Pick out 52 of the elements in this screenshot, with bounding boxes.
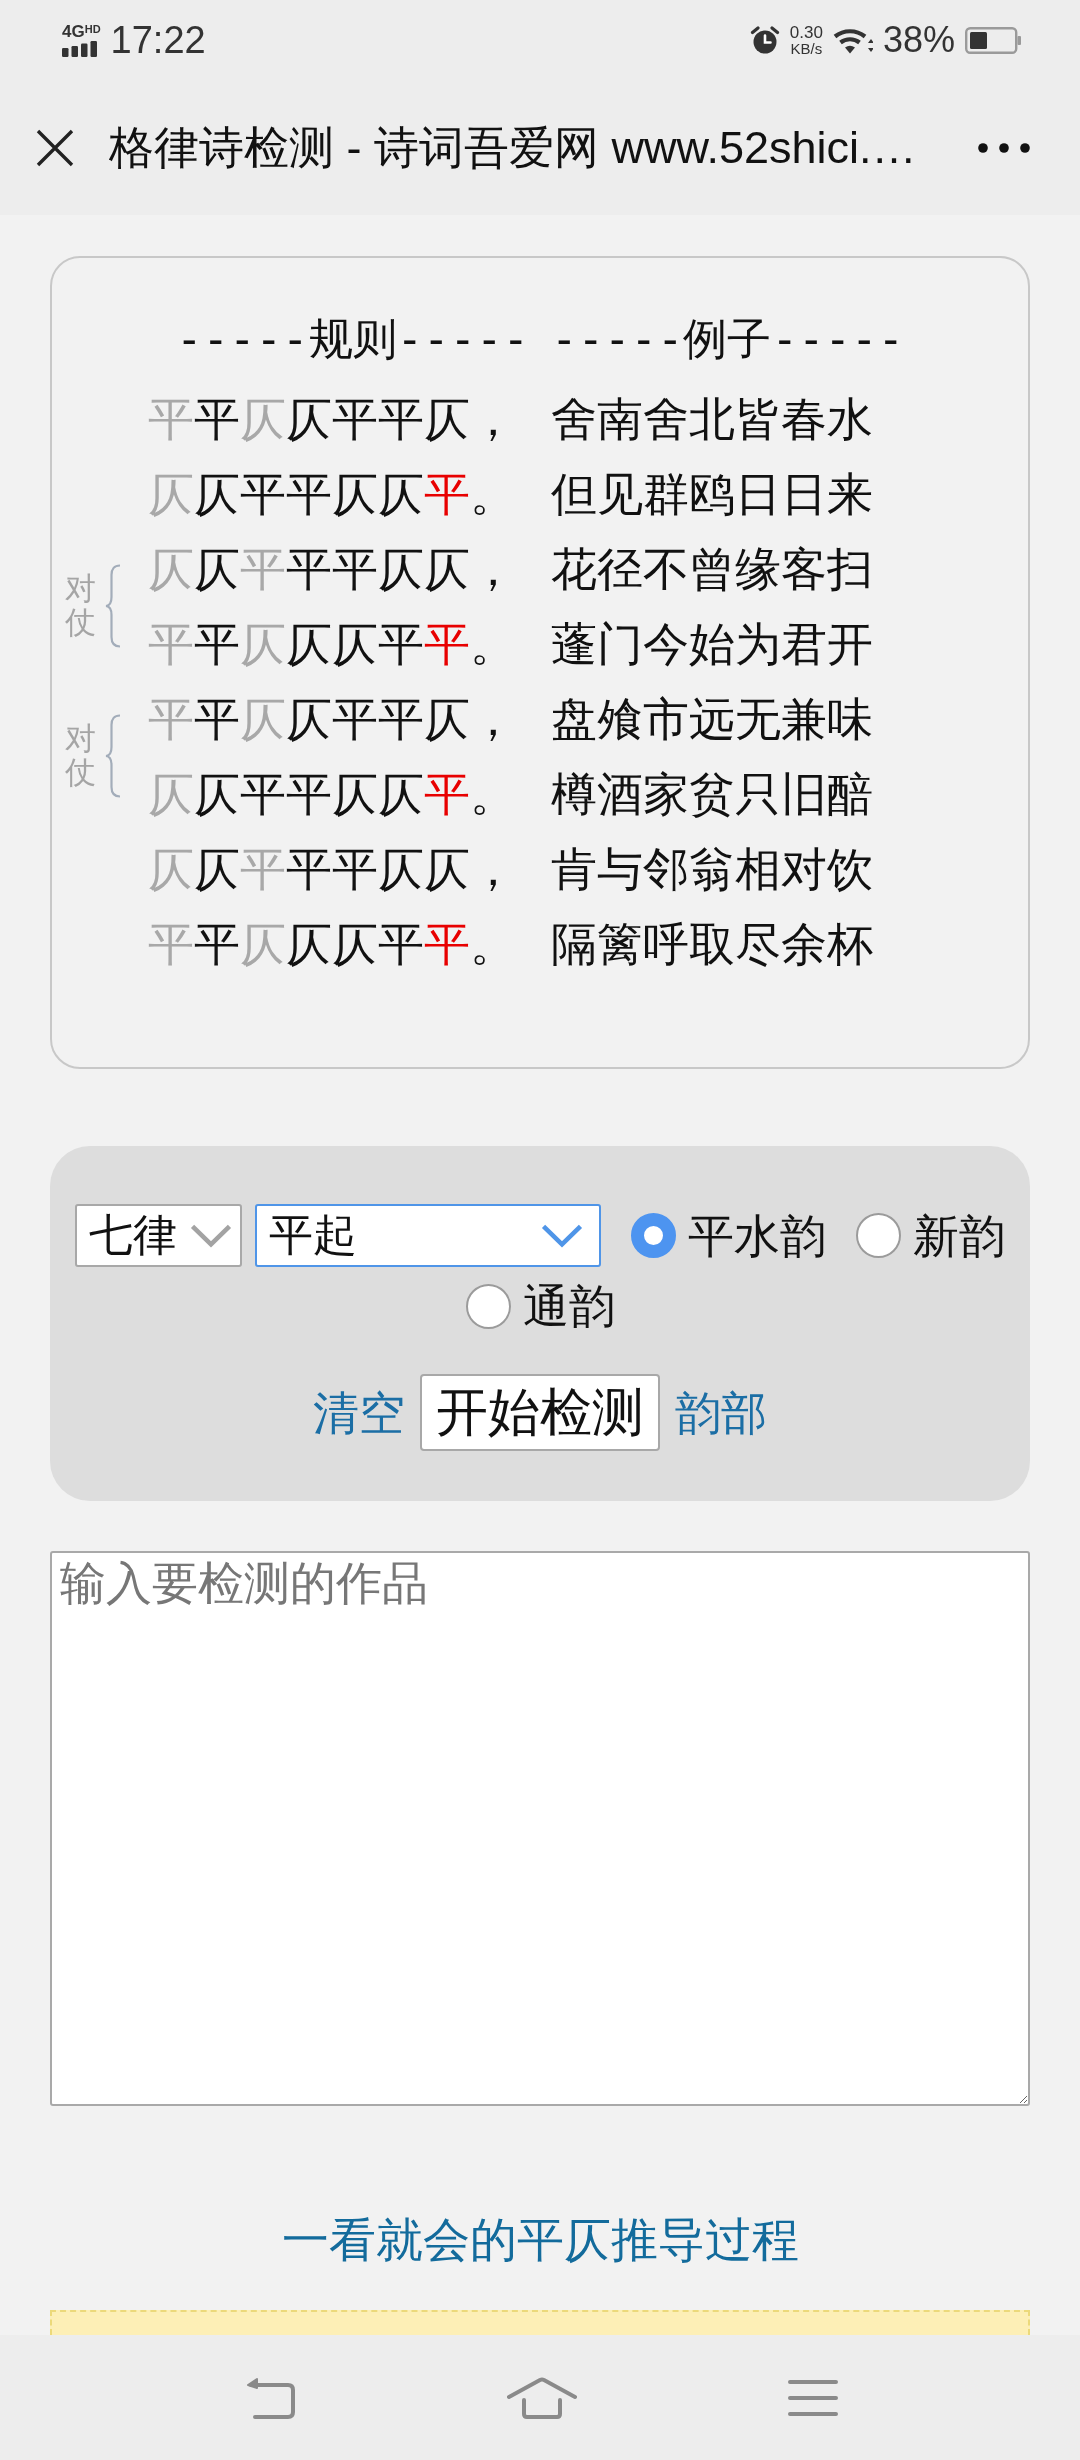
chevron-down-icon bbox=[541, 1223, 583, 1248]
example-line: 但见群鸥日日来 bbox=[551, 466, 873, 522]
parallel-label: 对仗 bbox=[65, 571, 96, 641]
home-icon[interactable] bbox=[506, 2376, 577, 2419]
clock-time: 17:22 bbox=[110, 18, 206, 62]
radio-button[interactable] bbox=[465, 1283, 511, 1329]
example-line: 隔篱呼取尽余杯 bbox=[551, 916, 873, 972]
brace-icon bbox=[105, 564, 121, 648]
close-icon[interactable] bbox=[36, 128, 74, 167]
example-line: 蓬门今始为君开 bbox=[551, 616, 873, 672]
radio-label[interactable]: 新韵 bbox=[913, 1210, 1005, 1261]
tone-pattern: 仄仄平平平仄仄， bbox=[148, 841, 516, 897]
chevron-down-icon bbox=[190, 1223, 232, 1248]
speed-unit: KB/s bbox=[790, 40, 823, 57]
tone-pattern: 平平仄仄平平仄， bbox=[148, 391, 516, 447]
dropdown[interactable]: 平起 bbox=[255, 1204, 601, 1267]
menu-icon[interactable] bbox=[787, 2378, 838, 2417]
brace-icon bbox=[105, 714, 121, 798]
tone-pattern: 仄仄平平平仄仄， bbox=[148, 541, 516, 597]
page-title: 格律诗检测 - 诗词吾爱网 www.52shici.… bbox=[109, 120, 918, 175]
tone-pattern: 平平仄仄仄平平。 bbox=[148, 916, 516, 972]
radio-label[interactable]: 通韵 bbox=[522, 1281, 615, 1331]
tone-pattern: 仄仄平平仄仄平。 bbox=[148, 466, 516, 522]
speed-value: 0.30 bbox=[789, 23, 823, 41]
tone-pattern: 仄仄平平仄仄平。 bbox=[148, 766, 516, 822]
rhyme-table-link[interactable]: 韵部 bbox=[675, 1384, 767, 1441]
signal-bars-icon bbox=[62, 40, 98, 57]
example-line: 肯与邻翁相对饮 bbox=[551, 841, 873, 897]
radio-button[interactable] bbox=[631, 1213, 676, 1258]
network-type-label: 4G bbox=[62, 23, 85, 39]
alarm-clock-icon bbox=[749, 25, 780, 55]
hd-label: HD bbox=[84, 23, 101, 35]
start-check-button[interactable]: 开始检测 bbox=[420, 1374, 660, 1451]
parallel-label: 对仗 bbox=[65, 721, 96, 791]
wifi-icon bbox=[832, 26, 873, 54]
tone-pattern: 平平仄仄平平仄， bbox=[148, 691, 516, 747]
example-line: 舍南舍北皆春水 bbox=[551, 391, 873, 447]
poem-input-field[interactable]: 输入要检测的作品 bbox=[50, 1551, 1030, 2106]
dropdown[interactable]: 七律 bbox=[75, 1204, 242, 1267]
column-heading: -----例子----- bbox=[551, 311, 904, 366]
battery-icon bbox=[965, 26, 1022, 54]
guide-link[interactable]: 一看就会的平仄推导过程 bbox=[281, 2210, 799, 2270]
more-icon[interactable] bbox=[978, 142, 1030, 153]
battery-percent: 38% bbox=[882, 20, 955, 60]
radio-button[interactable] bbox=[856, 1213, 901, 1258]
column-heading: -----规则----- bbox=[176, 311, 529, 366]
clear-link[interactable]: 清空 bbox=[313, 1384, 405, 1441]
radio-label[interactable]: 平水韵 bbox=[688, 1210, 826, 1261]
example-line: 盘飧市远无兼味 bbox=[551, 691, 873, 747]
example-line: 花径不曾缘客扫 bbox=[551, 541, 873, 597]
example-line: 樽酒家贫只旧醅 bbox=[551, 766, 873, 822]
tone-pattern: 平平仄仄仄平平。 bbox=[148, 616, 516, 672]
